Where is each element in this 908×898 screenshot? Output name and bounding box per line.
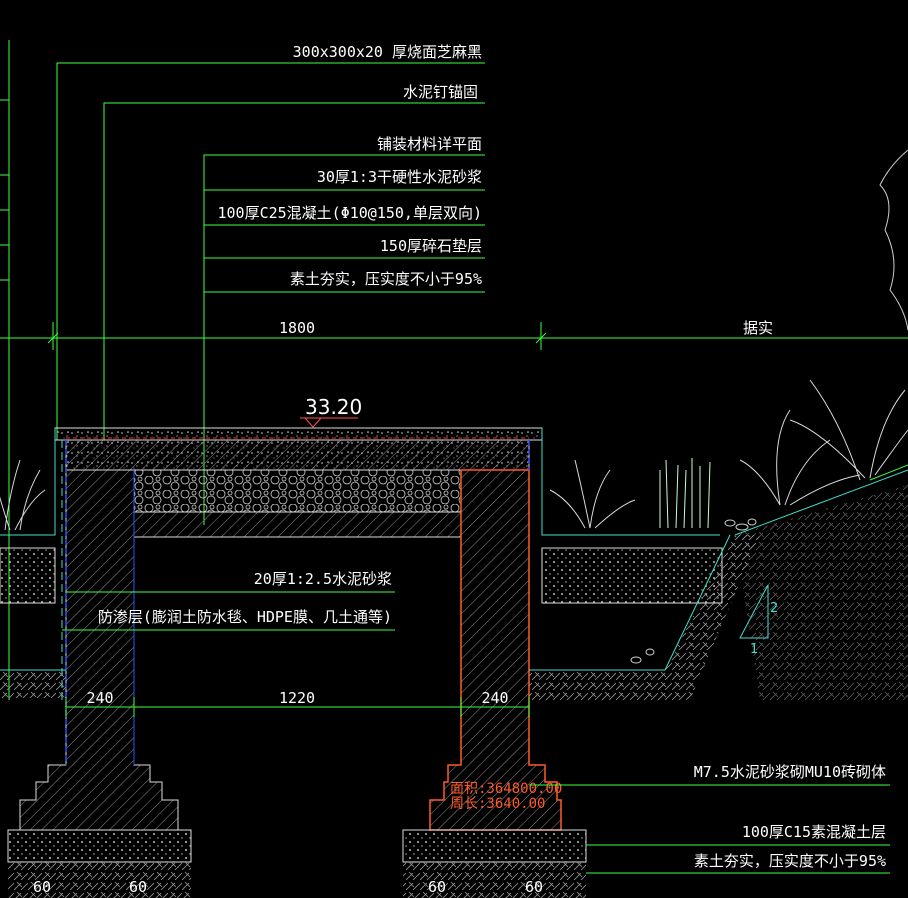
- callout-anchor: 水泥钉锚固: [403, 83, 478, 101]
- dim-footing-right-b: 60: [525, 878, 543, 896]
- mid-callout-labels: 20厚1:2.5水泥砂浆 防渗层(膨润土防水毯、HDPE膜、几土通等): [98, 570, 392, 626]
- callout-mortar: 30厚1:3干硬性水泥砂浆: [317, 168, 482, 186]
- elevation-mark: 33.20: [300, 395, 362, 428]
- dim-inner-span: 1220: [279, 689, 315, 707]
- red-tag-area: 面积:364800.00: [450, 781, 562, 797]
- elevation-value: 33.20: [305, 395, 362, 419]
- right-planter: 2 1: [529, 469, 908, 700]
- slab-layers: [65, 437, 530, 538]
- section-canvas: 300x300x20 厚烧面芝麻黑 水泥钉锚固 铺装材料详平面 30厚1:3干硬…: [0, 40, 908, 898]
- dim-footing-left-a: 60: [33, 878, 51, 896]
- dim-1800: 1800: [279, 319, 315, 337]
- callout-surface: 300x300x20 厚烧面芝麻黑: [293, 43, 482, 61]
- top-callout-labels: 300x300x20 厚烧面芝麻黑 水泥钉锚固 铺装材料详平面 30厚1:3干硬…: [218, 43, 483, 288]
- right-callout-labels: M7.5水泥砂浆砌MU10砖砌体 100厚C15素混凝土层 素土夯实，压实度不小…: [694, 763, 886, 870]
- callout-soil: 素土夯实，压实度不小于95%: [290, 270, 482, 288]
- footings: [7, 829, 587, 898]
- callout-render: 20厚1:2.5水泥砂浆: [254, 570, 392, 588]
- dim-left-wall: 240: [86, 689, 113, 707]
- dim-right-label: 据实: [743, 319, 773, 337]
- cad-section-drawing: 300x300x20 厚烧面芝麻黑 水泥钉锚固 铺装材料详平面 30厚1:3干硬…: [0, 0, 908, 898]
- top-dimension: 1800 据实: [0, 319, 908, 350]
- callout-brick: M7.5水泥砂浆砌MU10砖砌体: [694, 763, 886, 781]
- dim-footing-right-a: 60: [428, 878, 446, 896]
- callout-paving-ref: 铺装材料详平面: [377, 135, 482, 153]
- tree-outline: [879, 149, 908, 331]
- callout-c15: 100厚C15素混凝土层: [742, 823, 886, 841]
- lower-dimension: 240 1220 240: [65, 689, 530, 717]
- callout-soil-bottom: 素土夯实，压实度不小于95%: [694, 852, 886, 870]
- callout-gravel: 150厚碎石垫层: [380, 237, 482, 255]
- dim-footing-left-b: 60: [129, 878, 147, 896]
- dim-right-wall: 240: [481, 689, 508, 707]
- callout-concrete: 100厚C25混凝土(Φ10@150,单层双向): [218, 204, 483, 222]
- red-tag-perimeter: 周长:3640.00: [450, 796, 545, 812]
- left-planter: [0, 547, 66, 698]
- callout-waterproof: 防渗层(膨润土防水毯、HDPE膜、几土通等): [98, 608, 392, 626]
